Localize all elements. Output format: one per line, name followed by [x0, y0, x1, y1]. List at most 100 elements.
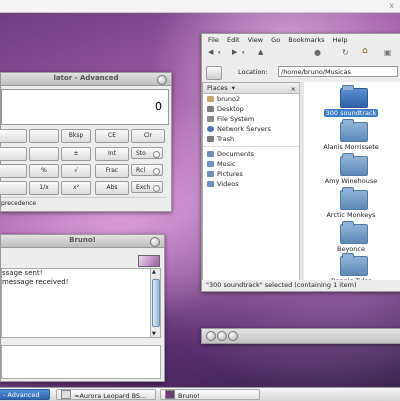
message-line: ssage sent! [2, 269, 43, 277]
chevron-down-icon[interactable]: ▾ [218, 50, 221, 56]
maximize-icon[interactable] [228, 331, 238, 341]
calc-key-recall[interactable]: Rcl [131, 164, 163, 176]
folder-label-wrap: 300 soundtrack [306, 109, 396, 117]
calculator-titlebar[interactable]: lator - Advanced [1, 73, 171, 86]
scrollbar-thumb[interactable] [152, 279, 160, 327]
menu-file[interactable]: File [208, 34, 219, 46]
menu-edit[interactable]: Edit [227, 34, 240, 46]
status-bar: "300 soundtrack" selected (containing 1 … [202, 280, 400, 291]
menu-view[interactable]: View [248, 34, 263, 46]
folder-icon [340, 221, 368, 244]
chat-titlebar[interactable]: Bruno! [1, 235, 164, 248]
folder-label: Arctic Monkeys [326, 211, 376, 219]
top-window-strip: x [0, 0, 400, 13]
calc-key-clear-entry[interactable]: CE [95, 129, 129, 143]
calc-key[interactable] [0, 129, 27, 143]
calc-key-store[interactable]: Sto [131, 147, 163, 159]
sidebar-item-videos[interactable]: Videos [203, 179, 299, 189]
taskbar-item-chat[interactable]: Bruno! [160, 389, 260, 400]
taskbar-item-label: Bruno! [178, 392, 200, 400]
forward-icon[interactable]: ▶ [232, 48, 237, 56]
calc-key-plus-minus[interactable]: ± [61, 147, 91, 161]
location-toggle-icon[interactable] [206, 66, 222, 80]
calc-key[interactable] [0, 164, 27, 178]
location-bar: Location: /home/bruno/Musicas [202, 64, 400, 80]
stop-icon[interactable]: ● [314, 48, 321, 57]
calculator-display: 0 [1, 89, 169, 125]
calc-key[interactable] [0, 147, 27, 161]
folder-label: 300 soundtrack [323, 109, 379, 117]
taskbar-item-calculator[interactable]: - Advanced [0, 389, 50, 400]
calc-key[interactable] [29, 147, 59, 161]
folder-view: 300 soundtrack Alanis Morrissete Amy Win… [304, 82, 400, 285]
menu-help[interactable]: Help [333, 34, 348, 46]
calc-key[interactable] [29, 129, 59, 143]
calc-key-frac[interactable]: Frac [95, 164, 129, 178]
buddy-icon[interactable] [138, 255, 160, 267]
radio-icon [153, 151, 160, 158]
folder-item[interactable]: 300 soundtrack [306, 85, 396, 122]
sidebar-item-desktop[interactable]: Desktop [203, 104, 299, 114]
toolbar: ◀ ▾ ▶ ▾ ▲ ● ↻ ⌂ ▣ [202, 46, 400, 62]
scrollbar[interactable]: ▲ ▼ [150, 268, 161, 338]
calc-key-percent[interactable]: % [29, 164, 59, 178]
sidebar-item-bruno2[interactable]: bruno2 [203, 94, 299, 104]
minimize-icon[interactable] [217, 331, 227, 341]
chevron-down-icon[interactable]: ▼ [152, 331, 156, 337]
desktop-icon [207, 106, 214, 112]
minimized-window[interactable] [201, 328, 400, 344]
sidebar-item-label: Documents [217, 150, 255, 158]
sidebar-item-label: Music [217, 160, 236, 168]
chevron-down-icon[interactable]: ▾ [242, 50, 245, 56]
up-icon[interactable]: ▲ [258, 48, 263, 56]
calc-key-exchange[interactable]: Exch [131, 181, 163, 193]
chevron-down-icon[interactable]: ▾ [232, 84, 235, 92]
sidebar-item-network-servers[interactable]: Network Servers [203, 124, 299, 134]
close-icon[interactable]: × [291, 84, 296, 94]
close-icon[interactable] [206, 331, 216, 341]
folder-label: Alanis Morrissete [323, 143, 379, 151]
calc-key-square[interactable]: x² [61, 181, 91, 195]
calc-key-int[interactable]: Int [95, 147, 129, 161]
folder-label: Amy Winehouse [324, 177, 378, 185]
calc-key-label: Rcl [136, 167, 146, 174]
location-input[interactable]: /home/bruno/Musicas [278, 66, 398, 77]
back-icon[interactable]: ◀ [208, 48, 213, 56]
folder-icon [340, 187, 368, 210]
calc-key-clear[interactable]: Clr [131, 129, 165, 143]
drive-icon [207, 116, 214, 122]
menu-go[interactable]: Go [271, 34, 280, 46]
computer-icon[interactable]: ▣ [384, 48, 392, 57]
calc-key-abs[interactable]: Abs [95, 181, 129, 195]
calculator-window: lator - Advanced 0 Bksp CE Clr ± Int Sto… [0, 72, 172, 212]
folder-item[interactable]: Arctic Monkeys [306, 187, 396, 224]
sidebar-item-file-system[interactable]: File System [203, 114, 299, 124]
sidebar-item-label: bruno2 [217, 95, 241, 103]
menu-bookmarks[interactable]: Bookmarks [288, 34, 324, 46]
calc-key-reciprocal[interactable]: 1/x [29, 181, 59, 195]
calc-key-sqrt[interactable]: √ [61, 164, 91, 178]
folder-icon [340, 253, 368, 276]
calc-key[interactable] [0, 181, 27, 195]
divider [203, 146, 299, 147]
menu-bar: File Edit View Go Bookmarks Help [202, 34, 400, 46]
folder-item[interactable]: Amy Winehouse [306, 153, 396, 190]
radio-icon [153, 185, 160, 192]
taskbar-item-aurora[interactable]: ≈Aurora Leopard BS... [56, 389, 156, 400]
message-input[interactable] [1, 345, 161, 379]
sidebar-item-trash[interactable]: Trash [203, 134, 299, 144]
folder-item[interactable]: Alanis Morrissete [306, 119, 396, 156]
chevron-up-icon[interactable]: ▲ [152, 269, 156, 275]
close-icon[interactable] [157, 75, 167, 85]
radio-icon [153, 168, 160, 175]
sidebar-item-documents[interactable]: Documents [203, 149, 299, 159]
places-header[interactable]: Places ▾ × [203, 83, 299, 94]
home-icon[interactable]: ⌂ [362, 46, 368, 56]
close-icon[interactable]: x [389, 1, 394, 10]
sidebar-item-pictures[interactable]: Pictures [203, 169, 299, 179]
close-icon[interactable] [150, 237, 160, 247]
calc-key-backspace[interactable]: Bksp [61, 129, 91, 143]
reload-icon[interactable]: ↻ [342, 48, 349, 57]
sidebar-item-label: Network Servers [217, 125, 271, 133]
sidebar-item-music[interactable]: Music [203, 159, 299, 169]
